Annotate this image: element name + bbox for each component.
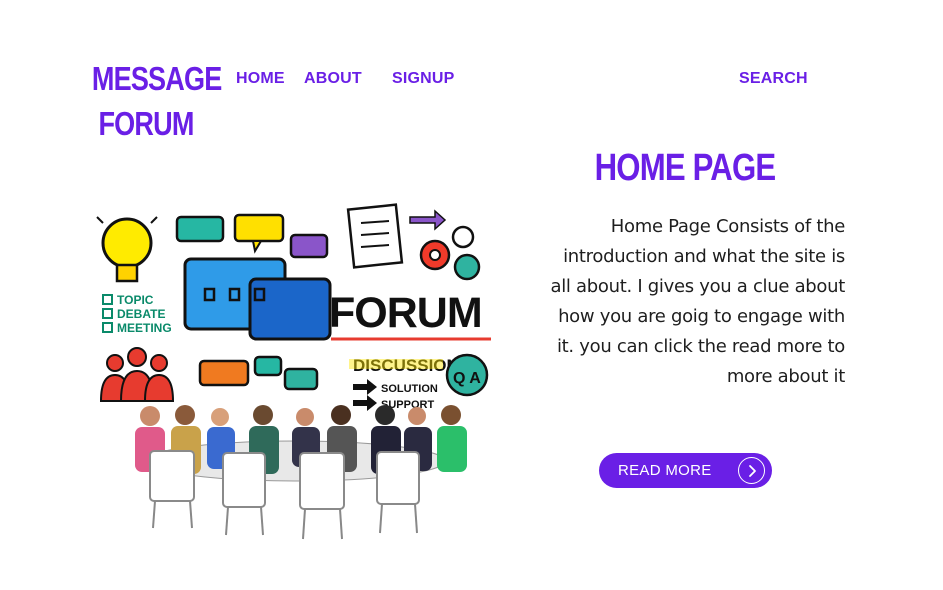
qa-bubble-icon: Q A: [445, 353, 489, 397]
site-logo[interactable]: MESSAGE FORUM: [91, 56, 222, 146]
intro-line: more about it: [726, 366, 845, 387]
intro-line: introduction and what the site is: [563, 246, 845, 267]
people-group-icon: [99, 347, 175, 402]
topic-checklist: TOPIC DEBATE MEETING: [102, 293, 172, 335]
page-title: HOME PAGE: [594, 147, 777, 189]
nav-about-link[interactable]: ABOUT: [304, 70, 362, 88]
read-more-button[interactable]: READ MORE: [599, 453, 772, 488]
checklist-topic: TOPIC: [117, 293, 154, 307]
checklist-debate: DEBATE: [117, 307, 165, 321]
read-more-label: READ MORE: [618, 462, 712, 479]
forum-word: FORUM: [329, 289, 482, 337]
intro-line: Home Page Consists of the: [610, 216, 846, 237]
intro-line: how you are goig to engage with: [558, 306, 845, 327]
intro-line: it. you can click the read more to: [556, 336, 845, 357]
solution-word: SOLUTION: [381, 383, 438, 395]
meeting-photo: [135, 405, 467, 540]
gears-icon: [419, 225, 481, 281]
nav-home-link[interactable]: HOME: [236, 70, 285, 88]
forum-hero-image: TOPIC DEBATE MEETING FORUM DISCUSSION SO…: [96, 203, 491, 540]
nav-signup-link[interactable]: SIGNUP: [392, 70, 455, 88]
logo-line-2: FORUM: [98, 105, 194, 142]
qa-text: Q A: [453, 370, 481, 387]
lightbulb-icon: [96, 216, 158, 283]
speech-bubbles-icon: [175, 213, 332, 391]
logo-line-1: MESSAGE: [91, 60, 222, 97]
nav-search-link[interactable]: SEARCH: [739, 70, 808, 88]
chevron-right-icon: [738, 457, 765, 484]
intro-text: Home Page Consists of the introduction a…: [515, 212, 846, 392]
intro-line: all about. I gives you a clue about: [550, 276, 846, 297]
checklist-meeting: MEETING: [117, 321, 172, 335]
